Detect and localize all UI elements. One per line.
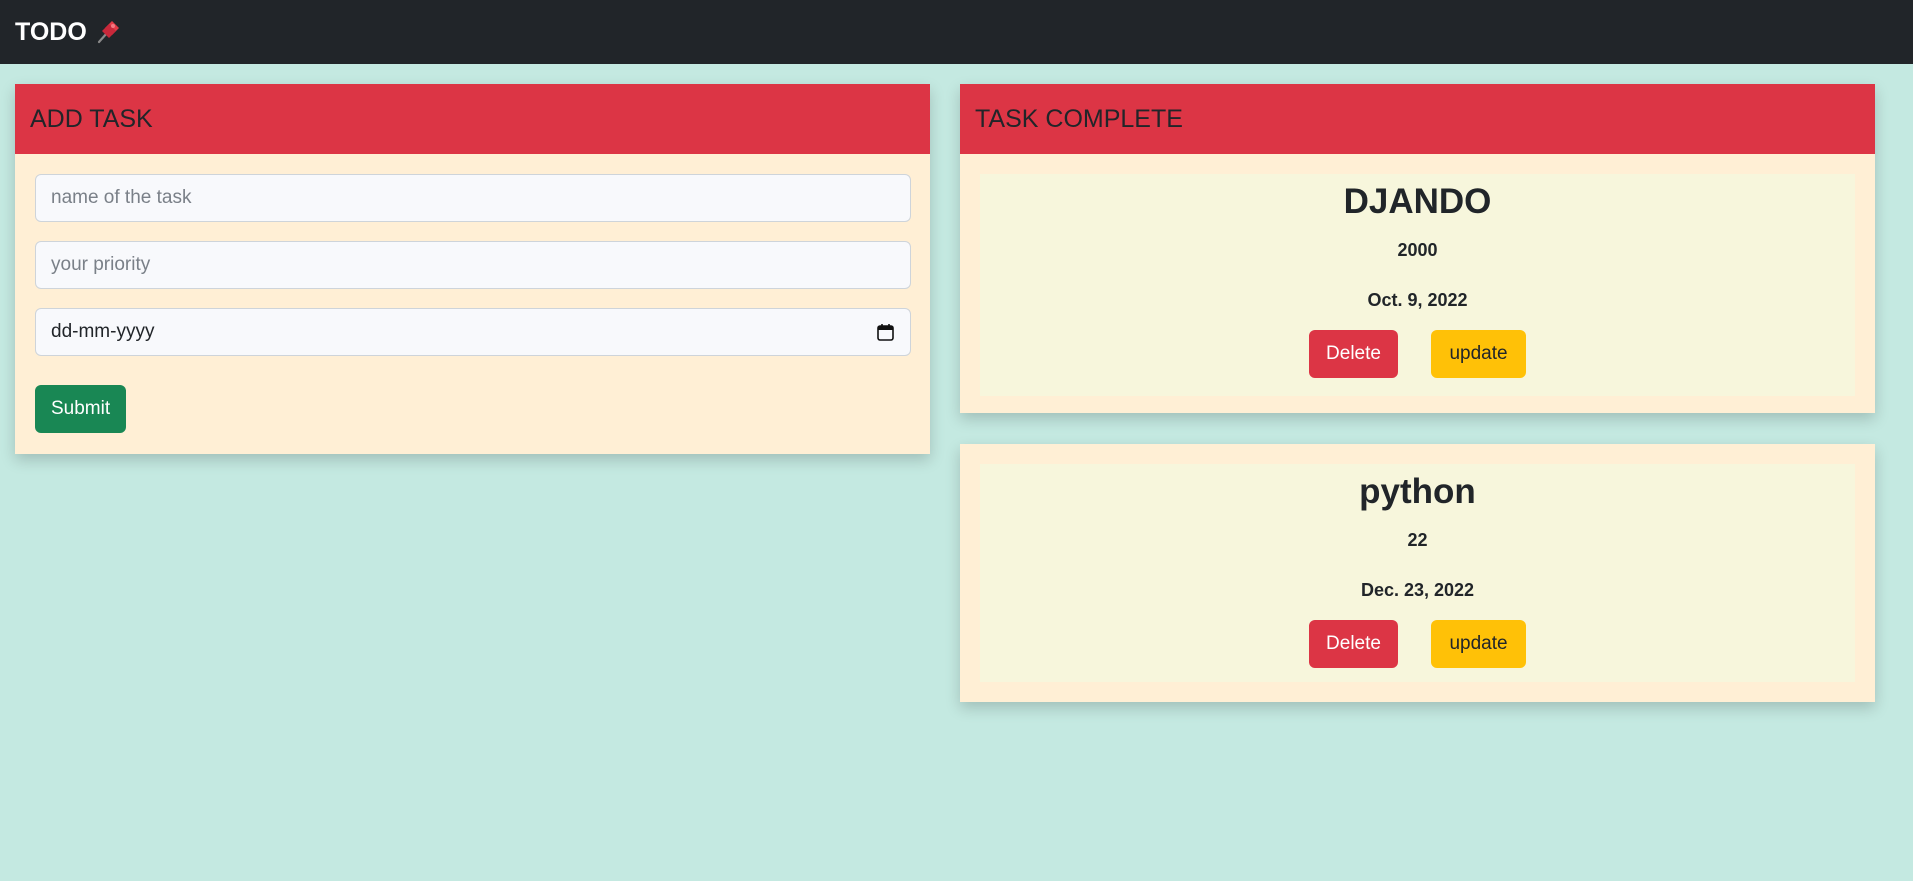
task-complete-header: TASK COMPLETE [960, 84, 1875, 154]
task-title: DJANDO [1343, 182, 1492, 221]
task-actions: Delete update [980, 620, 1855, 668]
task-priority: 22 [1407, 530, 1428, 550]
task-title: python [1359, 472, 1476, 511]
navbar-brand[interactable]: TODO [15, 18, 121, 47]
update-button[interactable]: update [1431, 620, 1526, 668]
navbar: TODO [0, 0, 1913, 64]
task-item: DJANDO 2000 Oct. 9, 2022 Delete update [980, 174, 1855, 396]
delete-button[interactable]: Delete [1309, 620, 1398, 668]
brand-title: TODO [15, 17, 87, 46]
add-task-form: dd-mm-yyyy Submit [15, 154, 930, 453]
submit-button[interactable]: Submit [35, 385, 127, 433]
task-name-input[interactable] [35, 174, 911, 222]
task-card: python 22 Dec. 23, 2022 Delete update [960, 444, 1875, 702]
date-input-placeholder: dd-mm-yyyy [51, 321, 155, 342]
task-item: python 22 Dec. 23, 2022 Delete update [980, 464, 1855, 682]
date-input[interactable]: dd-mm-yyyy [35, 308, 911, 356]
task-actions: Delete update [980, 330, 1855, 378]
main-content: ADD TASK dd-mm-yyyy Submit TASK COMPLETE… [0, 64, 1913, 881]
task-date: Dec. 23, 2022 [1360, 580, 1475, 600]
task-date: Oct. 9, 2022 [1367, 290, 1468, 310]
add-task-card: ADD TASK dd-mm-yyyy Submit [15, 84, 930, 454]
task-complete-card: TASK COMPLETE DJANDO 2000 Oct. 9, 2022 D… [960, 84, 1875, 413]
update-button[interactable]: update [1431, 330, 1526, 378]
pushpin-icon [97, 21, 119, 44]
add-task-header: ADD TASK [15, 84, 930, 154]
priority-input[interactable] [35, 241, 911, 289]
calendar-icon[interactable] [876, 323, 895, 342]
delete-button[interactable]: Delete [1309, 330, 1398, 378]
task-priority: 2000 [1397, 240, 1438, 260]
